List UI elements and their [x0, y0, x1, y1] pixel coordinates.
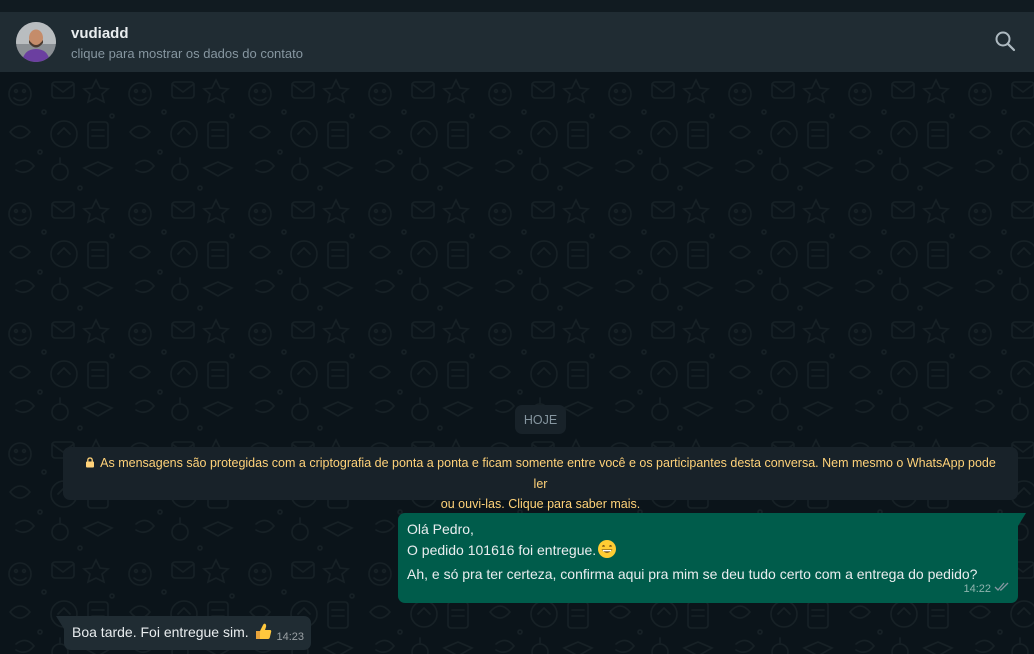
date-divider: HOJE — [515, 405, 566, 434]
chat-header[interactable]: vudiadd clique para mostrar os dados do … — [0, 12, 1034, 72]
window-top-strip — [0, 0, 1034, 12]
message-time: 14:23 — [276, 631, 304, 643]
encryption-notice-line2: ou ouvi-las. Clique para saber mais. — [440, 497, 641, 511]
thumbs-up-emoji-icon — [254, 622, 273, 646]
message-line: Olá Pedro, — [407, 521, 474, 537]
message-line: O pedido 101616 foi entregue. — [407, 542, 597, 558]
bubble-tail — [56, 616, 64, 629]
incoming-message[interactable]: Boa tarde. Foi entregue sim. 14:23 — [56, 616, 311, 650]
avatar[interactable] — [16, 22, 56, 62]
message-time: 14:22 — [963, 583, 991, 595]
encryption-notice-line1: As mensagens são protegidas com a cripto… — [100, 456, 996, 491]
contact-info-hint[interactable]: clique para mostrar os dados do contato — [71, 46, 303, 61]
message-meta: 14:22 — [963, 579, 1010, 599]
outgoing-message[interactable]: Olá Pedro, O pedido 101616 foi entregue.… — [398, 513, 1026, 603]
search-button[interactable] — [992, 30, 1018, 56]
encryption-notice[interactable]: As mensagens são protegidas com a cripto… — [63, 447, 1018, 511]
message-line: Ah, e só pra ter certeza, confirma aqui … — [407, 566, 978, 582]
search-icon — [994, 30, 1016, 57]
lock-icon — [85, 454, 95, 474]
message-text: Boa tarde. Foi entregue sim. — [72, 624, 249, 640]
contact-name[interactable]: vudiadd — [71, 25, 129, 42]
grinning-face-emoji-icon — [597, 539, 617, 564]
double-check-icon — [994, 579, 1010, 599]
message-line-with-emoji: O pedido 101616 foi entregue. — [407, 539, 1009, 564]
bubble-tail — [1018, 513, 1026, 526]
